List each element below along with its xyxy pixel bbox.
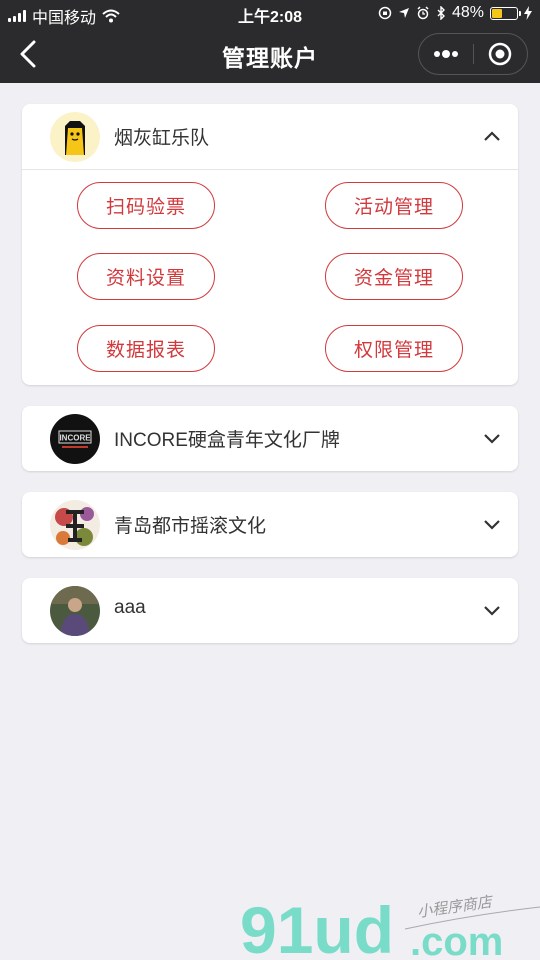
close-program-button[interactable] (474, 34, 528, 74)
avatar: INCORE (50, 414, 100, 464)
incore-logo-text: INCORE (59, 434, 91, 443)
account-header[interactable]: 烟灰缸乐队 (22, 104, 518, 169)
watermark-brand: 91ud (240, 893, 394, 960)
nav-bar: 管理账户 (0, 28, 540, 83)
mini-program-capsule (418, 33, 528, 75)
account-name: 青岛都市摇滚文化 (114, 516, 267, 537)
user-photo (50, 586, 100, 636)
account-header[interactable]: INCORE INCORE硬盒青年文化厂牌 (22, 406, 518, 471)
incore-logo: INCORE (50, 414, 100, 464)
target-icon (489, 42, 512, 66)
account-card: 青岛都市摇滚文化 (22, 492, 518, 557)
scan-ticket-button[interactable]: 扫码验票 (77, 182, 215, 229)
account-card: aaa (22, 578, 518, 643)
qingdao-rock-logo (50, 500, 100, 550)
watermark-tagline: 小程序商店 (416, 892, 495, 921)
more-button[interactable] (419, 34, 473, 74)
chevron-down-icon[interactable] (480, 512, 504, 536)
charging-icon (524, 6, 532, 20)
status-right: 48% (378, 4, 532, 22)
account-name: INCORE硬盒青年文化厂牌 (114, 430, 340, 451)
action-grid: 扫码验票 活动管理 资料设置 资金管理 数据报表 权限管理 (22, 170, 518, 385)
account-name: aaa (114, 597, 146, 618)
top-bar: 中国移动 上午2:08 48% 管理账户 (0, 0, 540, 83)
battery-icon (490, 6, 521, 20)
chevron-down-icon[interactable] (480, 426, 504, 450)
permission-manage-button[interactable]: 权限管理 (325, 325, 463, 372)
profile-settings-button[interactable]: 资料设置 (77, 253, 215, 300)
activity-manage-button[interactable]: 活动管理 (325, 182, 463, 229)
account-header[interactable]: aaa (22, 578, 518, 643)
account-header[interactable]: 青岛都市摇滚文化 (22, 492, 518, 557)
avatar (50, 586, 100, 636)
location-icon (398, 8, 409, 18)
data-report-button[interactable]: 数据报表 (77, 325, 215, 372)
orientation-lock-icon (378, 6, 392, 20)
battery-percent: 48% (451, 4, 484, 21)
avatar (50, 112, 100, 162)
ashtray-band-logo (50, 112, 100, 162)
more-dots-icon (433, 50, 458, 58)
avatar (50, 500, 100, 550)
status-bar: 中国移动 上午2:08 48% (0, 0, 540, 28)
account-name: 烟灰缸乐队 (114, 128, 210, 149)
alarm-icon (417, 6, 429, 20)
chevron-down-icon[interactable] (480, 598, 504, 622)
watermark-domain: .com (410, 920, 503, 960)
chevron-up-icon[interactable] (480, 124, 504, 148)
funds-manage-button[interactable]: 资金管理 (325, 253, 463, 300)
watermark: 91ud .com 小程序商店 (240, 892, 540, 960)
battery-fill (492, 8, 503, 18)
bluetooth-icon (437, 6, 445, 20)
account-card: 烟灰缸乐队 扫码验票 活动管理 资料设置 资金管理 数据报表 权限管理 (22, 104, 518, 385)
account-card: INCORE INCORE硬盒青年文化厂牌 (22, 406, 518, 471)
